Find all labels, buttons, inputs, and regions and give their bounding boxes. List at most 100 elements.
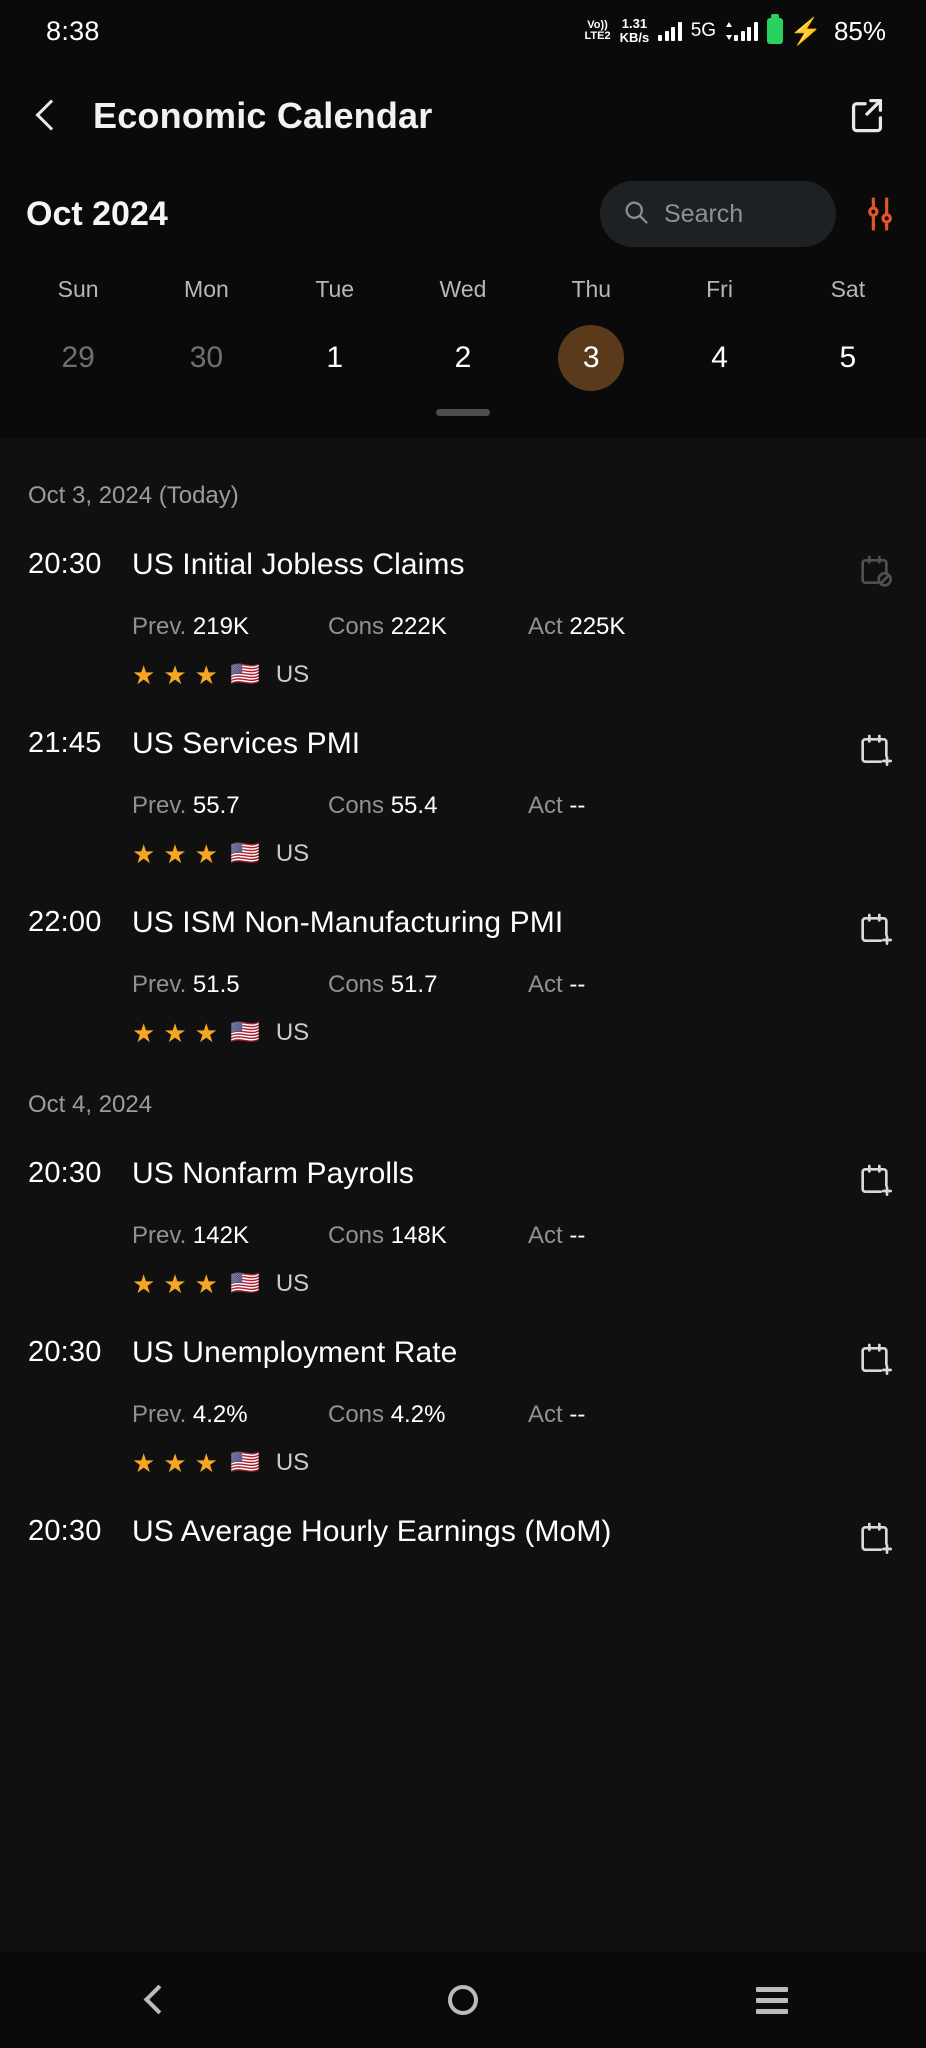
importance-rating: ★ ★ ★ — [132, 1450, 218, 1476]
event-consensus-value: Cons 55.4 — [328, 792, 528, 820]
actual-value: 225K — [569, 613, 626, 640]
event-consensus-value: Cons 4.2% — [328, 1401, 528, 1429]
event-actual-value: Act -- — [528, 1401, 585, 1429]
event-consensus-value: Cons 222K — [328, 613, 528, 641]
event-previous-value: Prev. 142K — [132, 1222, 328, 1250]
search-input[interactable]: Search — [600, 181, 836, 247]
event-consensus-value: Cons 51.7 — [328, 971, 528, 999]
calendar-date-5[interactable]: 5 — [815, 325, 881, 391]
network-speed-indicator: 1.31 KB/s — [620, 17, 650, 45]
back-chevron-icon[interactable] — [24, 93, 70, 139]
calendar-add-icon[interactable] — [856, 1339, 896, 1379]
share-icon[interactable] — [844, 93, 890, 139]
event-consensus-value: Cons 148K — [328, 1222, 528, 1250]
importance-star-icon: ★ — [132, 1269, 156, 1299]
signal-bars-icon — [658, 21, 682, 41]
nav-home-button[interactable] — [309, 1985, 618, 2015]
event-previous-value: Prev. 51.5 — [132, 971, 328, 999]
consensus-label: Cons — [328, 1222, 385, 1249]
calendar-date-29[interactable]: 29 — [45, 325, 111, 391]
event-previous-value: Prev. 219K — [132, 613, 328, 641]
previous-label: Prev. — [132, 792, 187, 819]
calendar-date-cell[interactable]: 1 — [271, 325, 399, 391]
event-values-row: Prev. 55.7 Cons 55.4 Act -- — [28, 792, 896, 820]
event-title: US Initial Jobless Claims — [132, 548, 465, 581]
status-indicators: Vo)) LTE2 1.31 KB/s 5G ⚡ 85% — [584, 14, 886, 47]
calendar-date-2[interactable]: 2 — [430, 325, 496, 391]
calendar-date-cell[interactable]: 5 — [784, 325, 912, 391]
calendar-drag-handle[interactable] — [436, 409, 490, 416]
battery-icon — [766, 14, 783, 44]
event-values-row: Prev. 4.2% Cons 4.2% Act -- — [28, 1401, 896, 1429]
previous-value: 55.7 — [192, 792, 240, 819]
filter-sliders-icon[interactable] — [860, 194, 900, 234]
previous-label: Prev. — [132, 1222, 187, 1249]
calendar-date-cell[interactable]: 3 — [527, 325, 655, 391]
weekday-header: Tue — [315, 276, 355, 302]
calendar-date-cell[interactable]: 2 — [399, 325, 527, 391]
nav-recents-button[interactable] — [617, 1986, 926, 2014]
consensus-value: 222K — [390, 613, 447, 640]
calendar-date-cell[interactable]: 4 — [655, 325, 783, 391]
country-label: US — [275, 661, 310, 688]
event-values-row: Prev. 219K Cons 222K Act 225K — [28, 613, 896, 641]
calendar-add-icon[interactable] — [856, 1518, 896, 1558]
event-row[interactable]: 20:30 US Initial Jobless Claims Prev. 219K… — [0, 510, 926, 689]
volte-line-2: LTE2 — [584, 30, 611, 42]
date-section-header: Oct 3, 2024 (Today) — [28, 482, 239, 509]
event-row[interactable]: 22:00 US ISM Non-Manufacturing PMI Prev. 5… — [0, 868, 926, 1047]
importance-star-icon: ★ — [194, 1018, 218, 1048]
status-bar: 8:38 Vo)) LTE2 1.31 KB/s 5G ⚡ 85% — [0, 0, 926, 62]
calendar-date-cell[interactable]: 30 — [142, 325, 270, 391]
calendar-add-icon[interactable] — [856, 730, 896, 770]
event-row[interactable]: 20:30 US Nonfarm Payrolls Prev. 142K Cons 1… — [0, 1119, 926, 1298]
event-row[interactable]: 21:45 US Services PMI Prev. 55.7 Cons 55.4 A… — [0, 689, 926, 868]
event-time: 22:00 — [28, 906, 102, 938]
event-row[interactable]: 20:30 US Unemployment Rate Prev. 4.2% Cons … — [0, 1298, 926, 1477]
importance-star-icon: ★ — [194, 660, 218, 690]
calendar-date-cell[interactable]: 29 — [14, 325, 142, 391]
signal-bars-secondary-icon — [725, 21, 758, 41]
calendar-blocked-icon[interactable] — [856, 551, 896, 591]
event-list[interactable]: Oct 3, 2024 (Today) 20:30 US Initial Joble… — [0, 438, 926, 1958]
event-meta-row: ★ ★ ★ 🇺🇸 US — [28, 1019, 896, 1047]
calendar-toolbar: Oct 2024 Search — [0, 170, 926, 258]
calendar-date-4[interactable]: 4 — [687, 325, 753, 391]
country-flag-icon: 🇺🇸 — [229, 1019, 260, 1046]
importance-star-icon: ★ — [163, 1269, 187, 1299]
previous-label: Prev. — [132, 613, 187, 640]
nav-back-button[interactable] — [0, 1983, 309, 2017]
actual-label: Act — [528, 1401, 563, 1428]
weekday-header: Wed — [439, 276, 487, 302]
previous-value: 142K — [192, 1222, 249, 1249]
event-values-row: Prev. 142K Cons 148K Act -- — [28, 1222, 896, 1250]
event-values-row: Prev. 51.5 Cons 51.7 Act -- — [28, 971, 896, 999]
previous-label: Prev. — [132, 971, 187, 998]
weekday-header: Sat — [830, 276, 866, 302]
importance-star-icon: ★ — [194, 839, 218, 869]
country-label: US — [275, 840, 310, 867]
consensus-value: 4.2% — [390, 1401, 446, 1428]
importance-star-icon: ★ — [163, 1448, 187, 1478]
weekday-header: Sun — [57, 276, 99, 302]
importance-star-icon: ★ — [194, 1448, 218, 1478]
event-title: US ISM Non-Manufacturing PMI — [132, 906, 564, 939]
calendar-add-icon[interactable] — [856, 1160, 896, 1200]
calendar-add-icon[interactable] — [856, 909, 896, 949]
event-row[interactable]: 20:30 US Average Hourly Earnings (MoM) — [0, 1477, 926, 1558]
network-speed-unit: KB/s — [619, 30, 650, 45]
event-actual-value: Act -- — [528, 1222, 585, 1250]
date-section-header: Oct 4, 2024 — [28, 1091, 153, 1118]
actual-label: Act — [528, 971, 563, 998]
calendar-date-1[interactable]: 1 — [302, 325, 368, 391]
calendar-date-30[interactable]: 30 — [173, 325, 239, 391]
calendar-date-3[interactable]: 3 — [558, 325, 625, 391]
event-meta-row: ★ ★ ★ 🇺🇸 US — [28, 1270, 896, 1298]
previous-label: Prev. — [132, 1401, 187, 1428]
actual-value: -- — [569, 971, 586, 998]
importance-star-icon: ★ — [132, 839, 156, 869]
importance-star-icon: ★ — [163, 660, 187, 690]
month-label[interactable]: Oct 2024 — [26, 195, 168, 234]
actual-value: -- — [569, 1222, 586, 1249]
search-placeholder: Search — [664, 199, 744, 228]
